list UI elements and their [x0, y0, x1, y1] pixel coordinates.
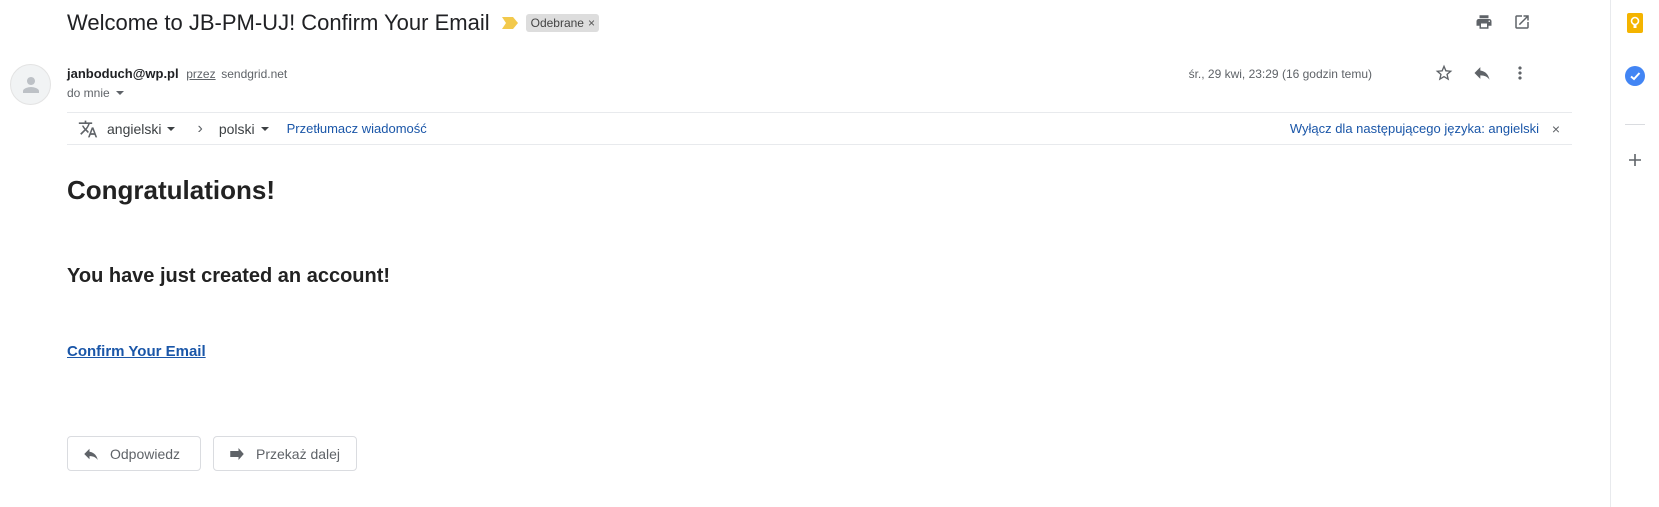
recipient-details-toggle[interactable]: do mnie [67, 86, 124, 100]
tasks-icon[interactable] [1625, 66, 1645, 86]
forward-button-label: Przekaż dalej [256, 445, 341, 462]
source-language-select[interactable]: angielski [107, 120, 176, 137]
side-panel-divider [1625, 124, 1645, 125]
label-chip-text: Odebrane [530, 16, 584, 30]
forward-icon [230, 447, 244, 460]
print-icon[interactable] [1474, 12, 1494, 32]
message-date: śr., 29 kwi, 23:29 (16 godzin temu) [1188, 67, 1372, 81]
email-subject: Welcome to JB-PM-UJ! Confirm Your Email [67, 10, 490, 35]
open-in-new-window-icon[interactable] [1512, 12, 1532, 32]
sender-avatar [10, 64, 51, 105]
recipient-label: do mnie [67, 86, 110, 100]
subject-toolbar [1474, 12, 1532, 32]
reply-icon [84, 448, 98, 460]
via-label[interactable]: przez [186, 67, 215, 81]
person-icon [22, 76, 39, 93]
translate-bar: angielski › polski Przetłumacz wiadomość… [67, 112, 1572, 145]
chevron-down-icon [167, 126, 176, 131]
side-panel [1610, 0, 1659, 507]
keep-icon[interactable] [1625, 13, 1645, 33]
source-language-label: angielski [107, 120, 162, 137]
add-icon[interactable] [1625, 150, 1645, 170]
body-heading: Congratulations! [67, 175, 275, 205]
email-view: Welcome to JB-PM-UJ! Confirm Your Email … [0, 0, 1610, 507]
sender-line: janboduch@wp.pl przez sendgrid.net [67, 66, 287, 81]
forward-button[interactable]: Przekaż dalej [213, 436, 357, 471]
subject-row: Welcome to JB-PM-UJ! Confirm Your Email … [67, 8, 599, 38]
reply-button[interactable]: Odpowiedz [67, 436, 201, 471]
translate-icon [77, 118, 99, 140]
importance-marker-icon[interactable] [501, 17, 518, 29]
remove-label-button[interactable]: × [588, 16, 595, 30]
translate-message-link[interactable]: Przetłumacz wiadomość [287, 121, 427, 136]
close-icon[interactable]: × [1552, 121, 1560, 137]
reply-icon[interactable] [1472, 63, 1492, 83]
reply-button-label: Odpowiedz [110, 445, 181, 462]
disable-language-link[interactable]: Wyłącz dla następującego języka: angiels… [1290, 121, 1539, 136]
message-actions [1434, 63, 1530, 83]
star-icon[interactable] [1434, 63, 1454, 83]
target-language-select[interactable]: polski [219, 121, 269, 137]
chevron-right-icon: › [197, 119, 203, 137]
more-vert-icon[interactable] [1510, 63, 1530, 83]
via-domain: sendgrid.net [221, 67, 288, 81]
body-subheading: You have just created an account! [67, 265, 391, 287]
confirm-email-link[interactable]: Confirm Your Email [67, 343, 206, 360]
sender-email[interactable]: janboduch@wp.pl [67, 66, 179, 81]
target-language-label: polski [218, 120, 255, 137]
label-chip-inbox: Odebrane × [525, 14, 599, 32]
chevron-down-icon [260, 126, 269, 131]
chevron-down-icon [115, 91, 124, 95]
